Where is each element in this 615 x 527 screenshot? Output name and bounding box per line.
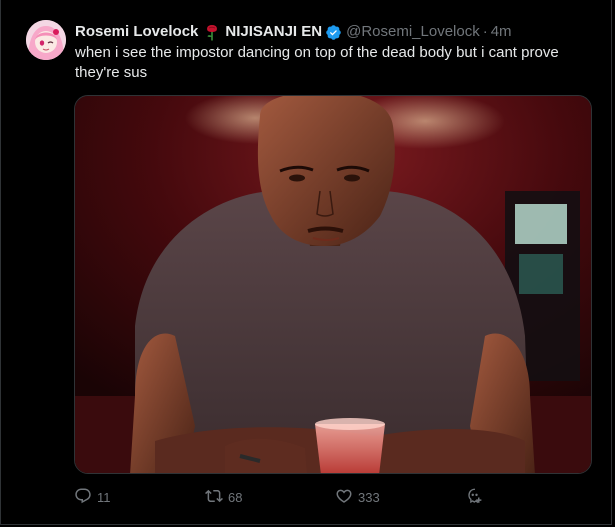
- like-button[interactable]: 333: [335, 487, 380, 507]
- rose-icon: [205, 24, 219, 41]
- author-name[interactable]: Rosemi Lovelock: [75, 22, 198, 42]
- heart-icon: [335, 487, 353, 508]
- grok-icon: [466, 487, 484, 508]
- tweet-image[interactable]: [74, 95, 592, 474]
- tweet-text: when i see the impostor dancing on top o…: [75, 44, 559, 81]
- reply-icon: [74, 487, 92, 508]
- avatar-image: [26, 20, 66, 60]
- tweet-header: Rosemi Lovelock NIJISANJI EN @Rosemi_Lov…: [75, 22, 512, 42]
- timestamp[interactable]: 4m: [491, 22, 512, 42]
- reply-count: 11: [97, 489, 111, 505]
- tweet-actions: 11 68 333: [74, 487, 494, 507]
- verified-badge-icon: [325, 24, 342, 41]
- photo-man-leaning-on-bar: [75, 96, 591, 473]
- time-separator: ·: [482, 23, 488, 40]
- like-count: 333: [358, 489, 380, 505]
- tweet-card[interactable]: Rosemi Lovelock NIJISANJI EN @Rosemi_Lov…: [0, 0, 612, 525]
- retweet-icon: [205, 487, 223, 508]
- org-name: NIJISANJI EN: [225, 23, 323, 40]
- reply-button[interactable]: 11: [74, 487, 111, 507]
- grok-button[interactable]: [466, 487, 484, 507]
- author-handle[interactable]: @Rosemi_Lovelock: [346, 22, 480, 42]
- retweet-button[interactable]: 68: [205, 487, 242, 507]
- avatar[interactable]: [26, 20, 66, 60]
- retweet-count: 68: [228, 489, 243, 505]
